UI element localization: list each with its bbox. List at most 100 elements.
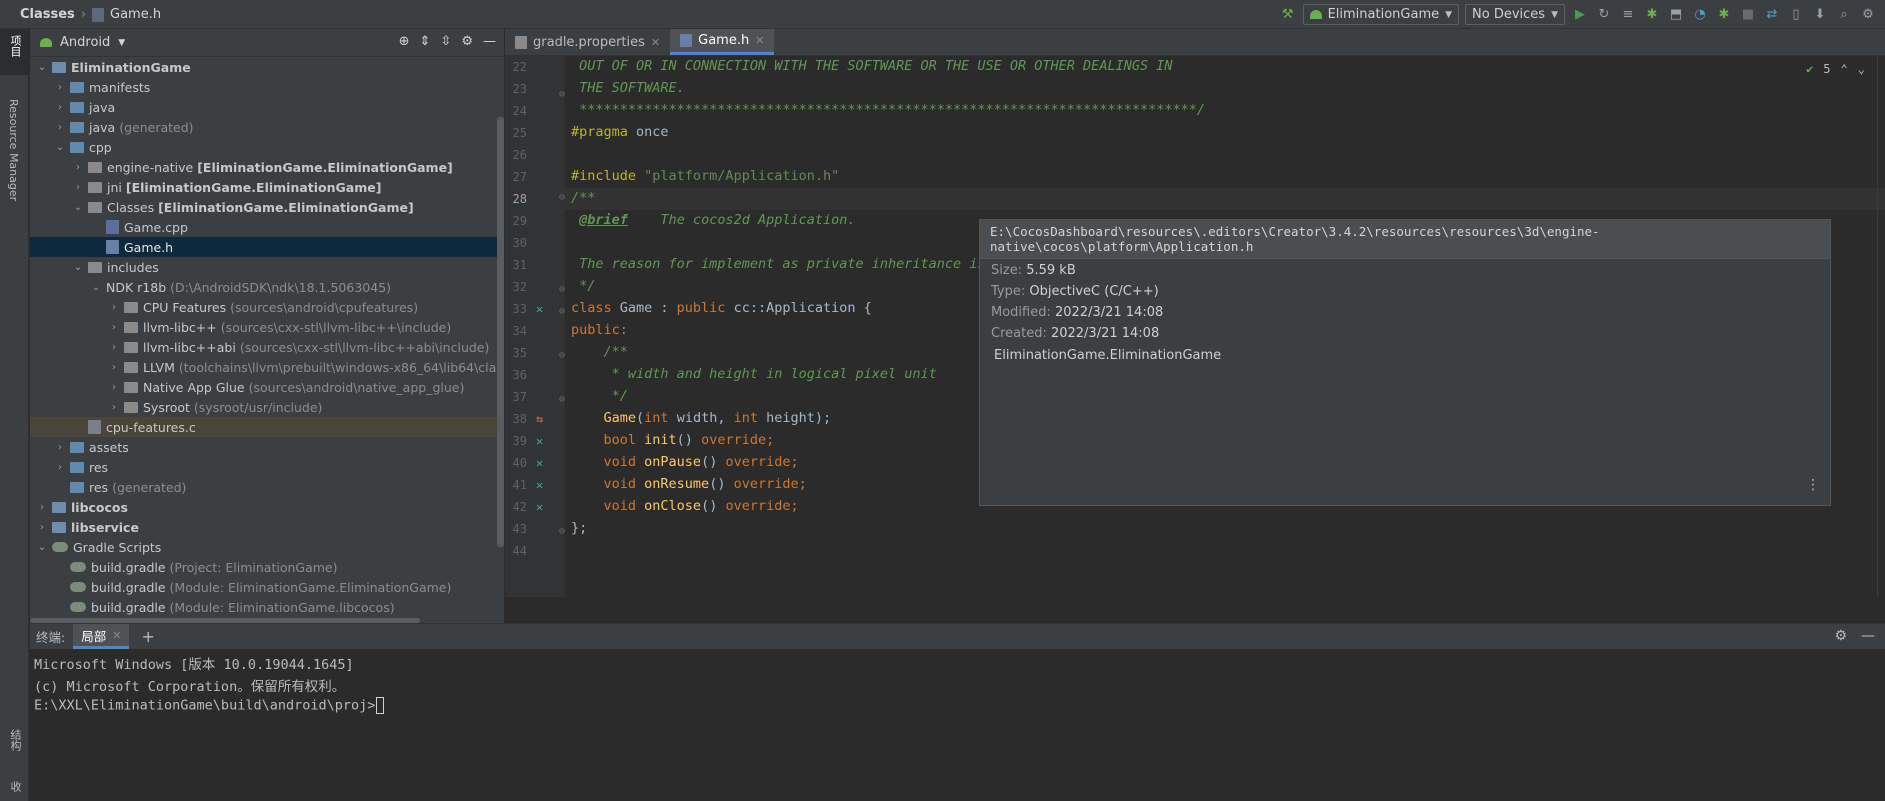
terminal-output[interactable]: Microsoft Windows [版本 10.0.19044.1645] (… <box>30 649 1885 801</box>
chevron-right-icon[interactable]: › <box>108 322 120 333</box>
chevron-down-icon[interactable]: ⌄ <box>36 542 48 553</box>
tab-gradle-properties[interactable]: gradle.properties ✕ <box>505 29 670 55</box>
tree-item[interactable]: › libservice <box>30 517 504 537</box>
device-manager-icon[interactable]: ▯ <box>1787 6 1805 24</box>
structure-tool-label[interactable]: 结构 <box>7 729 23 751</box>
tree-item[interactable]: › llvm-libc++abi (sources\cxx-stl\llvm-l… <box>30 337 504 357</box>
tree-item[interactable]: res (generated) <box>30 477 504 497</box>
gear-icon[interactable]: ⚙ <box>1859 6 1877 24</box>
tree-item[interactable]: build.gradle (Module: EliminationGame.El… <box>30 577 504 597</box>
gear-icon[interactable]: ⚙ <box>461 34 473 49</box>
chevron-down-icon[interactable]: ⌄ <box>90 282 102 293</box>
tree-item[interactable]: › CPU Features (sources\android\cpufeatu… <box>30 297 504 317</box>
tree-item[interactable]: › assets <box>30 437 504 457</box>
chevron-right-icon[interactable]: › <box>108 342 120 353</box>
hide-icon[interactable]: — <box>483 34 496 49</box>
tree-item[interactable]: ⌄ NDK r18b (D:\AndroidSDK\ndk\18.1.50630… <box>30 277 504 297</box>
override-icon[interactable]: ✕ <box>536 456 543 470</box>
device-select[interactable]: No Devices ▼ <box>1465 4 1565 25</box>
navigate-definition-icon[interactable]: ⇆ <box>536 412 543 426</box>
fold-icon[interactable]: ⊖ <box>559 192 565 203</box>
debug-process-icon[interactable]: ✱ <box>1715 6 1733 24</box>
tree-item[interactable]: cpu-features.c <box>30 417 504 437</box>
locate-icon[interactable]: ⊕ <box>399 34 410 49</box>
tree-item[interactable]: › libcocos <box>30 497 504 517</box>
chevron-right-icon[interactable]: › <box>72 162 84 173</box>
tree-item[interactable]: build.gradle (Project: EliminationGame) <box>30 557 504 577</box>
chevron-right-icon[interactable]: › <box>54 462 66 473</box>
tree-item[interactable]: ⌄ cpp <box>30 137 504 157</box>
chevron-up-icon[interactable]: ⌃ <box>1841 62 1848 76</box>
tab-local-terminal[interactable]: 局部 ✕ <box>73 624 130 649</box>
expand-all-icon[interactable]: ⇕ <box>420 34 431 49</box>
chevron-down-icon[interactable]: ▼ <box>118 38 125 48</box>
close-icon[interactable]: ✕ <box>112 629 121 642</box>
fold-icon[interactable]: ⊖ <box>559 526 565 537</box>
chevron-right-icon[interactable]: › <box>54 442 66 453</box>
tree-item[interactable]: › res <box>30 457 504 477</box>
hide-icon[interactable]: — <box>1861 628 1875 644</box>
tree-item[interactable]: › LLVM (toolchains\llvm\prebuilt\windows… <box>30 357 504 377</box>
apply-changes-icon[interactable]: ≡ <box>1619 6 1637 24</box>
vertical-scrollbar[interactable] <box>497 117 504 547</box>
favorites-tool-label[interactable]: 收 <box>7 781 23 792</box>
debug-icon[interactable]: ✱ <box>1643 6 1661 24</box>
tree-item[interactable]: › engine-native [EliminationGame.Elimina… <box>30 157 504 177</box>
attach-debugger-icon[interactable]: ⬒ <box>1667 6 1685 24</box>
fold-icon[interactable]: ⊖ <box>559 89 565 100</box>
tree-item[interactable]: ⌄ Gradle Scripts <box>30 537 504 557</box>
stop-icon[interactable]: ■ <box>1739 6 1757 24</box>
chevron-right-icon[interactable]: › <box>108 362 120 373</box>
project-tool-label[interactable]: 项目 <box>7 35 23 57</box>
rerun-icon[interactable]: ↻ <box>1595 6 1613 24</box>
chevron-right-icon[interactable]: › <box>54 102 66 113</box>
chevron-right-icon[interactable]: › <box>108 382 120 393</box>
sync-gradle-icon[interactable]: ⇄ <box>1763 6 1781 24</box>
close-icon[interactable]: ✕ <box>651 36 660 49</box>
run-configuration-select[interactable]: EliminationGame ▼ <box>1302 4 1460 25</box>
resource-manager-tool-label[interactable]: Resource Manager <box>7 99 20 201</box>
run-icon[interactable]: ▶ <box>1571 6 1589 24</box>
sdk-manager-icon[interactable]: ⬇ <box>1811 6 1829 24</box>
collapse-all-icon[interactable]: ⇳ <box>440 34 451 49</box>
chevron-right-icon[interactable]: › <box>108 402 120 413</box>
tree-item[interactable]: ⌄ Classes [EliminationGame.EliminationGa… <box>30 197 504 217</box>
chevron-right-icon[interactable]: › <box>72 182 84 193</box>
override-icon[interactable]: ✕ <box>536 500 543 514</box>
fold-icon[interactable]: ⊖ <box>559 284 565 295</box>
project-view-select[interactable]: Android <box>60 35 110 50</box>
fold-icon[interactable]: ⊖ <box>559 306 565 317</box>
tree-item[interactable]: › java (generated) <box>30 117 504 137</box>
breadcrumb-classes[interactable]: Classes <box>20 7 75 22</box>
chevron-down-icon[interactable]: ⌄ <box>1858 62 1865 76</box>
close-icon[interactable]: ✕ <box>755 34 764 47</box>
override-icon[interactable]: ✕ <box>536 434 543 448</box>
chevron-down-icon[interactable]: ⌄ <box>54 142 66 153</box>
tab-game-h[interactable]: Game.h ✕ <box>670 29 775 55</box>
implemented-icon[interactable]: ✕ <box>536 302 543 316</box>
tree-item[interactable]: build.gradle (Module: EliminationGame.li… <box>30 597 504 617</box>
search-icon[interactable]: ⌕ <box>1835 6 1853 24</box>
chevron-right-icon[interactable]: › <box>54 82 66 93</box>
tree-item[interactable]: › java <box>30 97 504 117</box>
tree-item[interactable]: › manifests <box>30 77 504 97</box>
chevron-right-icon[interactable]: › <box>36 502 48 513</box>
gear-icon[interactable]: ⚙ <box>1834 628 1847 644</box>
tree-item[interactable]: Game.cpp <box>30 217 504 237</box>
breadcrumb-file[interactable]: Game.h <box>110 7 161 22</box>
chevron-right-icon[interactable]: › <box>36 522 48 533</box>
fold-icon[interactable]: ⊖ <box>559 394 565 405</box>
chevron-down-icon[interactable]: ⌄ <box>72 262 84 273</box>
profiler-icon[interactable]: ◔ <box>1691 6 1709 24</box>
override-icon[interactable]: ✕ <box>536 478 543 492</box>
chevron-right-icon[interactable]: › <box>108 302 120 313</box>
tree-item[interactable]: ⌄ EliminationGame <box>30 57 504 77</box>
tree-item[interactable]: › jni [EliminationGame.EliminationGame] <box>30 177 504 197</box>
new-terminal-icon[interactable]: + <box>141 627 154 646</box>
chevron-down-icon[interactable]: ⌄ <box>36 62 48 73</box>
tree-item[interactable]: › llvm-libc++ (sources\cxx-stl\llvm-libc… <box>30 317 504 337</box>
tree-item[interactable]: › Sysroot (sysroot/usr/include) <box>30 397 504 417</box>
tree-item-selected[interactable]: Game.h <box>30 237 504 257</box>
chevron-down-icon[interactable]: ⌄ <box>72 202 84 213</box>
tree-item[interactable]: › Native App Glue (sources\android\nativ… <box>30 377 504 397</box>
